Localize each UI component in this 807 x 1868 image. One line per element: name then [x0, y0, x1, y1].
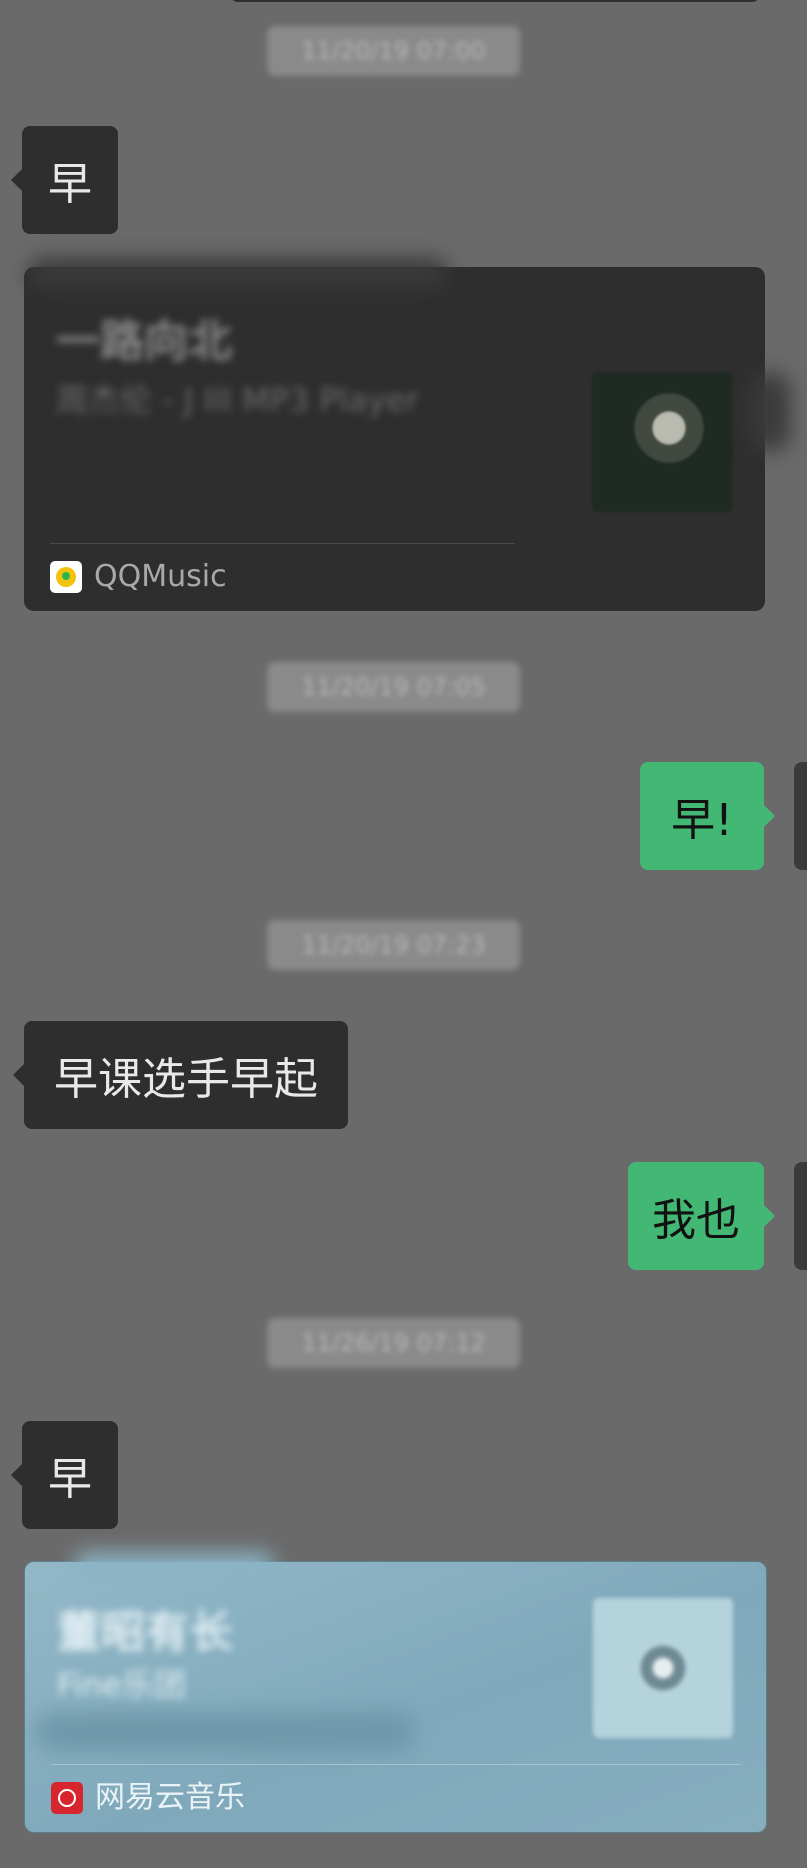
card-divider	[50, 543, 515, 544]
blur-smudge	[74, 1552, 274, 1578]
timestamp: 11/26/19 07:12	[267, 1318, 520, 1368]
top-edge-remnant	[230, 0, 760, 2]
avatar[interactable]	[794, 762, 807, 870]
incoming-message-bubble[interactable]: 早	[11, 1421, 118, 1529]
timestamp: 11/20/19 07:00	[267, 26, 520, 76]
qqmusic-share-card[interactable]: 一路向北 周杰伦 - J III MP3 Player QQMusic	[24, 267, 765, 611]
message-text: 早课选手早起	[54, 1054, 318, 1105]
message-text: 早	[48, 1454, 92, 1505]
netease-music-share-card[interactable]: 董昭有长 Fine乐团 网易云音乐	[24, 1561, 767, 1833]
incoming-message-bubble[interactable]: 早课选手早起	[13, 1021, 348, 1129]
blur-smudge	[28, 258, 448, 288]
album-cover-thumbnail	[593, 1598, 733, 1738]
chat-screen: { "timestamps": ["11/20/19 07:00", "11/2…	[0, 0, 807, 1868]
song-title: 董昭有长	[57, 1607, 233, 1658]
outgoing-message-bubble[interactable]: 早!	[640, 762, 775, 870]
timestamp: 11/20/19 07:23	[267, 920, 520, 970]
song-title: 一路向北	[56, 316, 232, 367]
incoming-message-bubble[interactable]: 早	[11, 126, 118, 234]
avatar[interactable]	[794, 1162, 807, 1270]
blur-smudge	[35, 1712, 415, 1752]
message-text: 我也	[652, 1195, 740, 1246]
message-text: 早	[48, 159, 92, 210]
card-source-label: QQMusic	[94, 559, 227, 594]
netease-music-logo-icon	[51, 1782, 83, 1814]
message-text: 早!	[671, 795, 733, 846]
song-artist: 周杰伦 - J III MP3 Player	[56, 381, 420, 419]
qqmusic-logo-icon	[50, 561, 82, 593]
album-cover-thumbnail	[592, 372, 732, 512]
song-artist: Fine乐团	[57, 1666, 186, 1704]
blur-smudge	[750, 372, 790, 452]
timestamp: 11/20/19 07:05	[267, 662, 520, 712]
outgoing-message-bubble[interactable]: 我也	[628, 1162, 775, 1270]
card-divider	[51, 1764, 741, 1765]
card-source-label: 网易云音乐	[95, 1780, 245, 1815]
